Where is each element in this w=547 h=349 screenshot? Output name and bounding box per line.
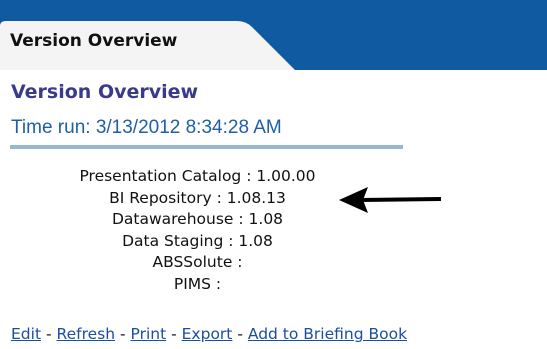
tab-version-overview[interactable]: Version Overview (10, 31, 177, 51)
version-row-pims: PIMS : (173, 274, 222, 293)
link-separator: - (119, 325, 126, 343)
edit-link[interactable]: Edit (11, 325, 41, 343)
left-arrow-icon (339, 187, 442, 213)
version-row-presentation-catalog: Presentation Catalog : 1.00.00 (79, 167, 316, 185)
version-row-datawarehouse: Datawarehouse : 1.08 (111, 210, 284, 228)
version-row-data-staging: Data Staging : 1.08 (122, 231, 273, 250)
time-run-text: Time run: 3/13/2012 8:34:28 AM (11, 117, 282, 138)
section-title: Version Overview (11, 81, 199, 103)
link-separator: - (171, 325, 177, 343)
link-separator: - (237, 325, 243, 343)
tab-bar: Version Overview (0, 0, 547, 70)
add-to-briefing-book-link[interactable]: Add to Briefing Book (248, 325, 407, 343)
link-separator: - (45, 325, 52, 343)
version-row-bi-repository: BI Repository : 1.08.13 (109, 188, 286, 207)
export-link[interactable]: Export (182, 325, 233, 343)
title-underline (10, 145, 403, 149)
action-links: Edit - Refresh - Print - Export - Add to… (11, 325, 407, 343)
version-row-abssolute: ABSSolute : (152, 253, 243, 271)
print-link[interactable]: Print (131, 325, 167, 343)
refresh-link[interactable]: Refresh (57, 325, 116, 343)
version-list: Presentation Catalog : 1.00.00 BI Reposi… (30, 166, 365, 295)
